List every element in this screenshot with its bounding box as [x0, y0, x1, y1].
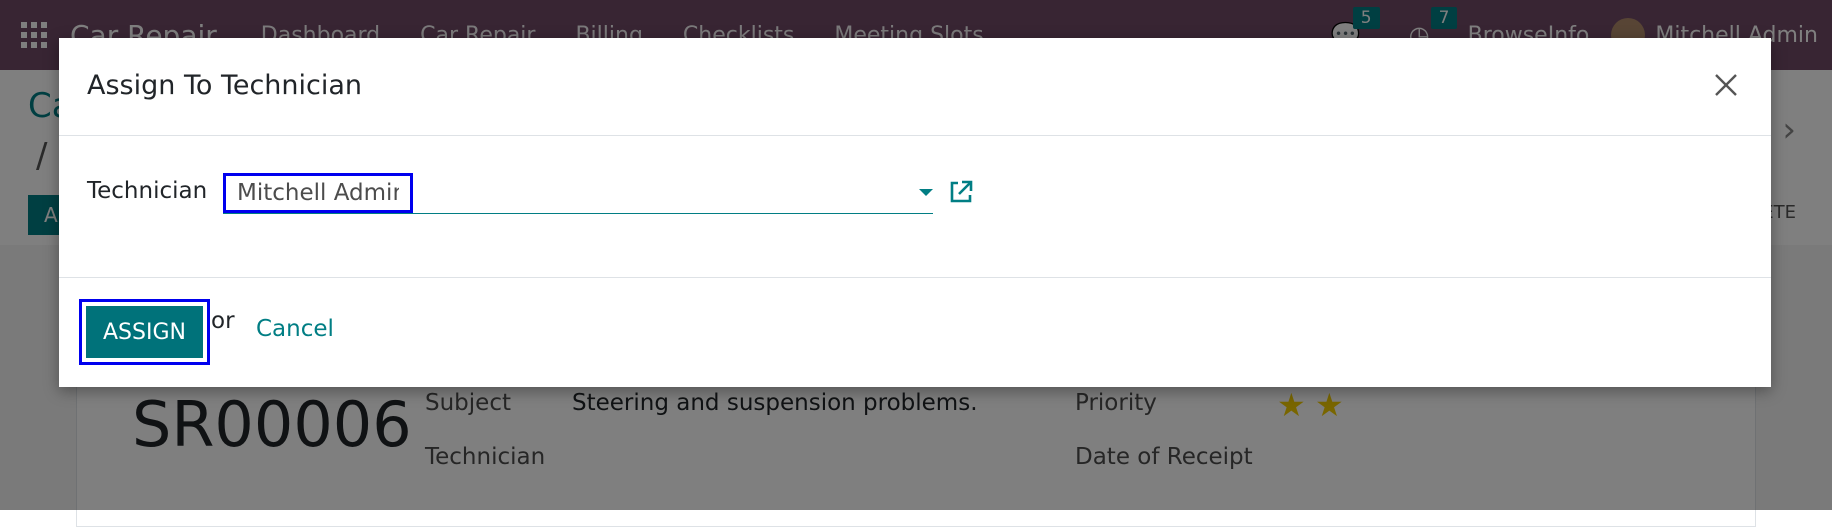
close-icon[interactable] — [1709, 68, 1743, 102]
dialog-header: Assign To Technician — [59, 38, 1771, 136]
dialog-body: Technician — [59, 136, 1771, 278]
assign-technician-dialog: Assign To Technician Technician ASSIGN o… — [59, 38, 1771, 387]
chevron-down-icon[interactable] — [919, 189, 933, 196]
dialog-title: Assign To Technician — [87, 70, 363, 101]
external-link-icon[interactable] — [947, 178, 975, 206]
dialog-footer: ASSIGN or Cancel — [59, 278, 1771, 388]
cancel-button[interactable]: Cancel — [256, 316, 334, 342]
assign-button-highlight: ASSIGN — [79, 299, 210, 365]
technician-field[interactable] — [223, 173, 933, 214]
or-text: or — [211, 308, 235, 334]
assign-button[interactable]: ASSIGN — [86, 306, 203, 358]
technician-input[interactable] — [223, 173, 413, 213]
technician-field-label: Technician — [87, 178, 208, 204]
